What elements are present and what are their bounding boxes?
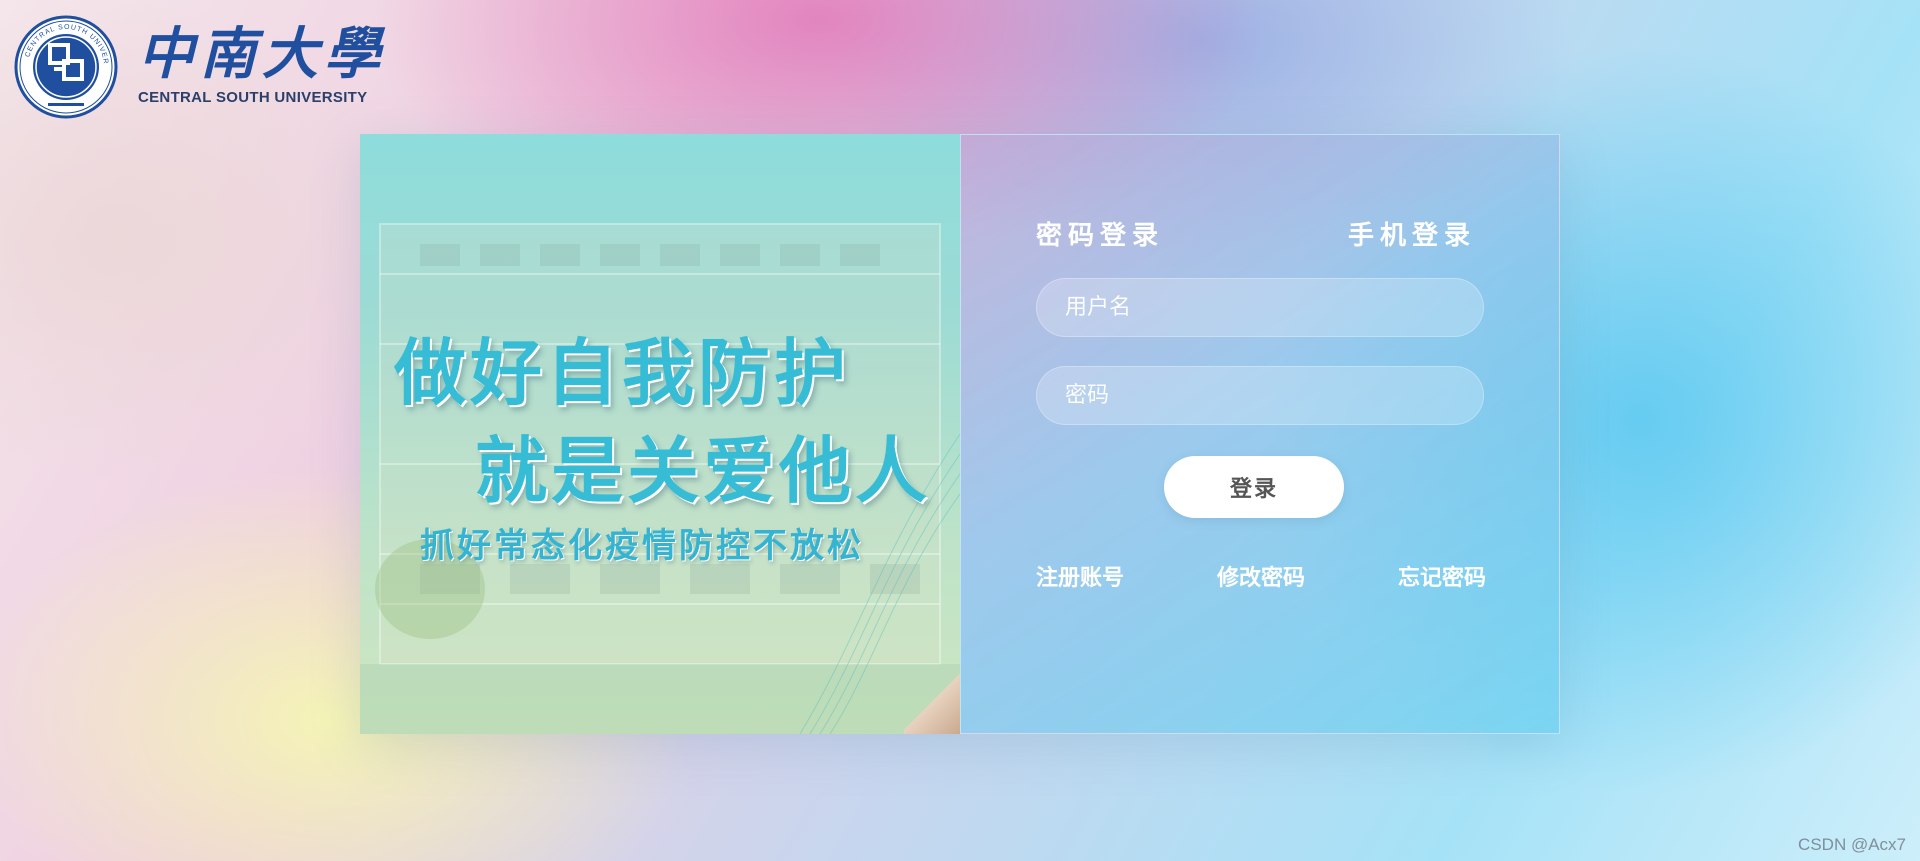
university-logo: CENTRAL SOUTH UNIVERSITY 中南大學 CENTRAL SO… — [14, 15, 386, 119]
slogan-line-2: 就是关爱他人 — [475, 429, 932, 513]
register-link[interactable]: 注册账号 — [1036, 560, 1124, 592]
change-password-link[interactable]: 修改密码 — [1217, 560, 1305, 592]
university-seal-icon: CENTRAL SOUTH UNIVERSITY — [14, 15, 118, 119]
tab-phone-login[interactable]: 手机登录 — [1348, 215, 1476, 252]
forgot-password-link[interactable]: 忘记密码 — [1398, 560, 1486, 592]
login-card: 做好自我防护 就是关爱他人 抓好常态化疫情防控不放松 密码登录 手机登录 登录 … — [360, 134, 1560, 734]
login-form-panel: 密码登录 手机登录 登录 注册账号 修改密码 忘记密码 — [960, 134, 1560, 734]
username-input[interactable] — [1036, 278, 1484, 337]
login-tabs: 密码登录 手机登录 — [1036, 215, 1486, 252]
university-name-en: CENTRAL SOUTH UNIVERSITY — [138, 89, 368, 106]
tab-password-login[interactable]: 密码登录 — [1036, 215, 1164, 252]
page-curl-decoration — [904, 668, 960, 734]
account-links: 注册账号 修改密码 忘记密码 — [1036, 560, 1486, 592]
university-name-cn: 中南大學 — [138, 21, 386, 87]
watermark: CSDN @Acx7 — [1798, 835, 1906, 854]
slogan-line-1: 做好自我防护 — [394, 331, 851, 415]
slogan-line-3: 抓好常态化疫情防控不放松 — [420, 526, 864, 566]
password-input[interactable] — [1036, 366, 1484, 425]
campaign-banner: 做好自我防护 就是关爱他人 抓好常态化疫情防控不放松 — [360, 134, 960, 734]
login-button[interactable]: 登录 — [1164, 456, 1344, 518]
